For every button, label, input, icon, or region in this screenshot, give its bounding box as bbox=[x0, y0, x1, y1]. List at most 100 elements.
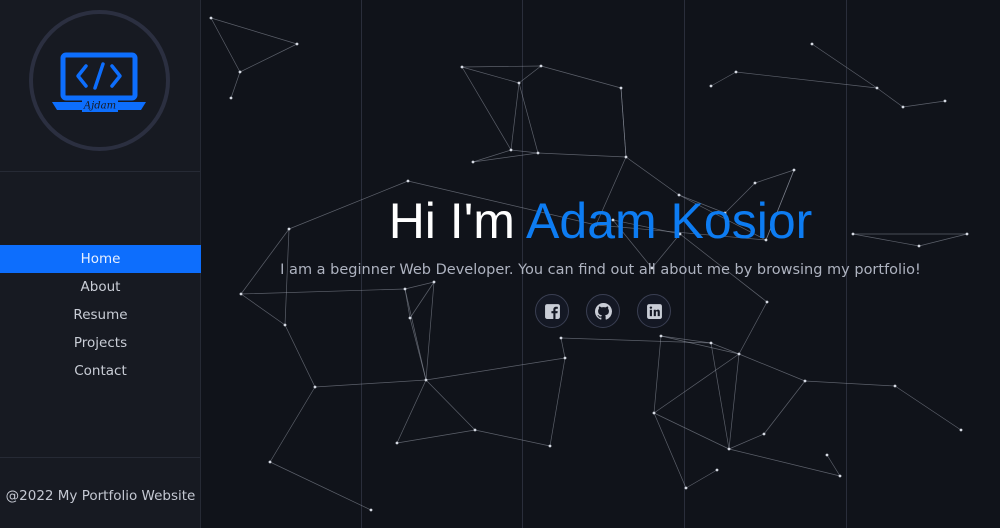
network-node bbox=[893, 384, 897, 388]
network-node bbox=[229, 96, 233, 100]
network-link bbox=[660, 335, 740, 355]
network-node bbox=[563, 356, 567, 360]
network-link bbox=[269, 461, 372, 511]
network-link bbox=[710, 342, 730, 450]
network-link bbox=[876, 87, 904, 108]
network-node bbox=[238, 70, 242, 74]
network-link bbox=[461, 65, 542, 68]
network-node bbox=[709, 341, 713, 345]
network-link bbox=[239, 43, 298, 73]
network-node bbox=[473, 428, 477, 432]
github-link[interactable] bbox=[586, 294, 620, 328]
network-node bbox=[283, 323, 287, 327]
network-link bbox=[404, 288, 427, 381]
network-link bbox=[425, 281, 435, 381]
network-node bbox=[471, 160, 475, 164]
hero-greeting: Hi I'm bbox=[388, 193, 515, 249]
network-link bbox=[461, 66, 520, 84]
network-link bbox=[510, 82, 520, 151]
network-node bbox=[652, 411, 656, 415]
network-node bbox=[517, 81, 521, 85]
network-link bbox=[474, 429, 551, 447]
network-node bbox=[548, 444, 552, 448]
laptop-code-icon: Ajdam bbox=[52, 52, 146, 112]
network-link bbox=[461, 66, 512, 151]
network-node bbox=[460, 65, 464, 69]
sidebar: Ajdam Home About Resume Projects Contact… bbox=[0, 0, 201, 528]
network-node bbox=[295, 42, 299, 46]
network-node bbox=[715, 468, 719, 472]
network-node bbox=[536, 151, 540, 155]
network-node bbox=[509, 148, 513, 152]
network-node bbox=[408, 316, 412, 320]
linkedin-link[interactable] bbox=[637, 294, 671, 328]
network-node bbox=[432, 280, 436, 284]
network-node bbox=[403, 287, 407, 291]
hero-subtitle: I am a beginner Web Developer. You can f… bbox=[280, 262, 921, 278]
network-link bbox=[620, 87, 627, 158]
network-link bbox=[240, 293, 286, 326]
network-link bbox=[518, 65, 542, 84]
network-link bbox=[314, 379, 427, 388]
network-node bbox=[737, 352, 741, 356]
network-link bbox=[409, 281, 435, 319]
hero-name: Adam Kosior bbox=[526, 193, 813, 249]
facebook-icon bbox=[545, 304, 560, 319]
nav-item-about[interactable]: About bbox=[0, 273, 201, 301]
network-link bbox=[653, 353, 740, 414]
sidebar-footer: @2022 My Portfolio Website bbox=[0, 457, 201, 528]
network-link bbox=[210, 17, 298, 45]
network-node bbox=[734, 70, 738, 74]
hero-section: Hi I'm Adam Kosior I am a beginner Web D… bbox=[201, 0, 1000, 528]
nav-item-contact[interactable]: Contact bbox=[0, 357, 201, 385]
network-link bbox=[425, 379, 476, 431]
network-node bbox=[727, 447, 731, 451]
network-node bbox=[619, 86, 623, 90]
network-link bbox=[728, 448, 841, 477]
network-node bbox=[810, 42, 814, 46]
network-link bbox=[230, 71, 241, 99]
network-link bbox=[396, 379, 427, 444]
network-link bbox=[240, 288, 406, 295]
network-node bbox=[659, 334, 663, 338]
network-link bbox=[269, 386, 316, 463]
network-node bbox=[268, 460, 272, 464]
network-node bbox=[762, 432, 766, 436]
network-link bbox=[710, 71, 737, 87]
network-node bbox=[684, 486, 688, 490]
network-node bbox=[901, 105, 905, 109]
network-link bbox=[754, 169, 795, 184]
network-link bbox=[510, 149, 539, 154]
network-link bbox=[738, 353, 806, 382]
network-link bbox=[735, 71, 878, 89]
network-node bbox=[424, 378, 428, 382]
nav-item-projects[interactable]: Projects bbox=[0, 329, 201, 357]
network-link bbox=[653, 412, 687, 489]
network-node bbox=[395, 441, 399, 445]
network-link bbox=[210, 17, 241, 73]
network-link bbox=[826, 454, 841, 477]
network-link bbox=[472, 149, 512, 163]
network-link bbox=[728, 433, 765, 450]
nav-item-resume[interactable]: Resume bbox=[0, 301, 201, 329]
network-node bbox=[313, 385, 317, 389]
copyright-text: @2022 My Portfolio Website bbox=[5, 488, 196, 504]
network-node bbox=[792, 168, 796, 172]
network-node bbox=[559, 336, 563, 340]
network-link bbox=[472, 152, 539, 163]
logo-area: Ajdam bbox=[0, 0, 201, 172]
network-node bbox=[959, 428, 963, 432]
network-node bbox=[825, 453, 829, 457]
network-node bbox=[239, 292, 243, 296]
network-link bbox=[894, 385, 962, 431]
network-node bbox=[369, 508, 373, 512]
network-link bbox=[804, 380, 896, 387]
nav-item-home[interactable]: Home bbox=[0, 245, 201, 273]
network-link bbox=[284, 324, 316, 388]
linkedin-icon bbox=[647, 304, 662, 319]
network-link bbox=[763, 380, 806, 435]
facebook-link[interactable] bbox=[535, 294, 569, 328]
social-links bbox=[535, 294, 675, 334]
network-node bbox=[943, 99, 947, 103]
network-link bbox=[537, 152, 627, 158]
